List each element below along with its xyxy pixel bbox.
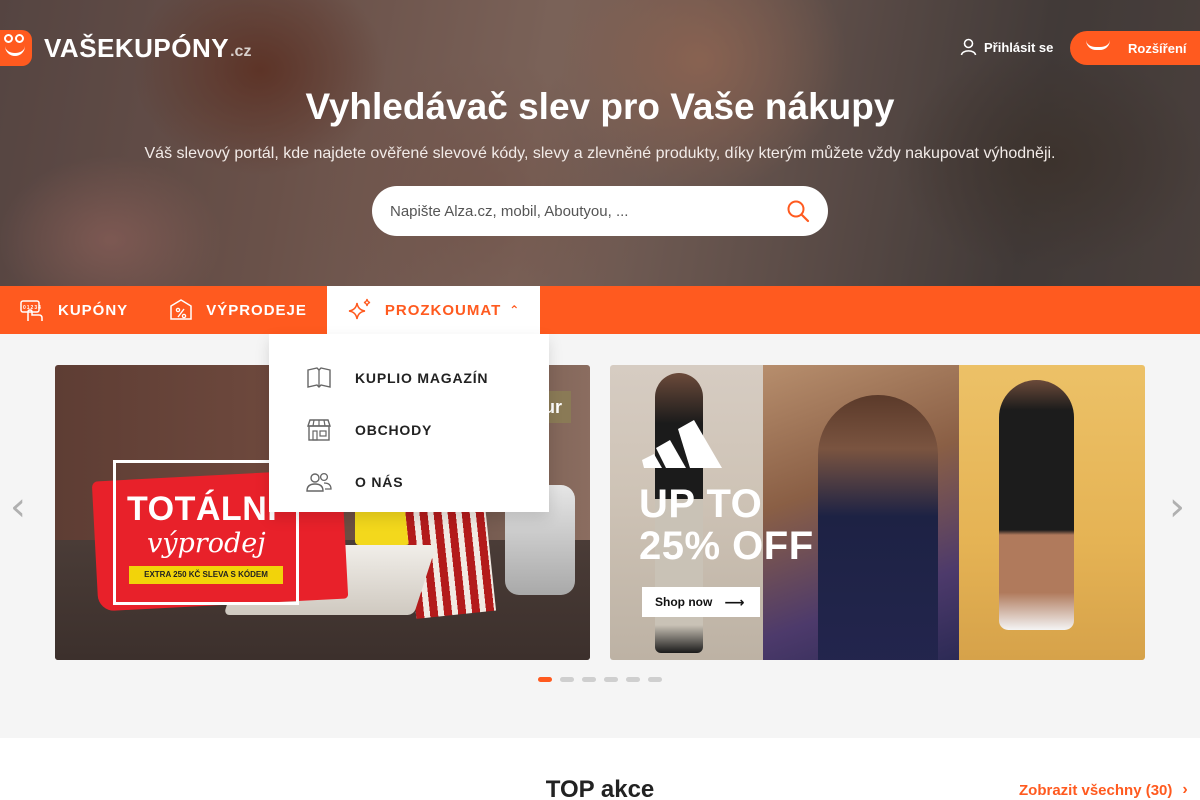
search-input[interactable]: [390, 202, 786, 220]
dropdown-item-magazine[interactable]: KUPLIO MAGAZÍN: [269, 352, 549, 404]
dropdown-label-stores: OBCHODY: [355, 422, 433, 438]
nav-item-coupons[interactable]: 01234 KUPÓNY: [0, 286, 148, 334]
smile-icon: [1086, 40, 1110, 50]
show-all-label: Zobrazit všechny (30): [1019, 781, 1173, 799]
nav-item-sales[interactable]: VÝPRODEJE: [148, 286, 327, 334]
promo-discount: UP TO 25% OFF: [639, 482, 814, 568]
users-icon: [306, 472, 332, 492]
search-icon[interactable]: [786, 199, 810, 223]
carousel-dot[interactable]: [604, 677, 618, 682]
promo-script: výprodej: [147, 528, 266, 559]
explore-dropdown: KUPLIO MAGAZÍN OBCHODY O NÁS: [269, 334, 549, 512]
chevron-up-icon: ⌃: [509, 303, 521, 317]
nav-label-sales: VÝPRODEJE: [206, 301, 307, 319]
sparkles-icon: [348, 298, 371, 320]
nav-item-explore[interactable]: PROZKOUMAT ⌃: [326, 286, 541, 334]
logo-tld: .cz: [230, 43, 252, 60]
show-all-link[interactable]: Zobrazit všechny (30) ›: [1019, 781, 1188, 799]
adidas-logo-icon: [642, 420, 722, 468]
carousel-section: ‹ TOTÁLNÍ výprodej EXTRA 250 KČ SLEVA S …: [0, 334, 1200, 738]
coupon-hand-icon: 01234: [20, 300, 43, 321]
dropdown-item-about[interactable]: O NÁS: [269, 456, 549, 508]
login-link[interactable]: Přihlásit se: [960, 38, 1053, 56]
carousel-slide-adidas[interactable]: UP TO 25% OFF Shop now ⟶: [610, 365, 1145, 660]
page: VAŠEKUPÓNY .cz Přihlásit se Rozšíření Vy…: [0, 0, 1200, 800]
book-icon: [307, 367, 331, 388]
top-deals-section: TOP akce Zobrazit všechny (30) ›: [0, 738, 1200, 800]
carousel-dot[interactable]: [560, 677, 574, 682]
logo-text: VAŠEKUPÓNY: [44, 32, 230, 63]
login-label: Přihlásit se: [984, 39, 1054, 55]
carousel-dots: [538, 677, 662, 682]
chevron-right-icon: ›: [1182, 781, 1188, 798]
dropdown-label-about: O NÁS: [355, 474, 404, 490]
carousel-prev-icon[interactable]: ‹: [10, 484, 26, 530]
promo-headline: TOTÁLNÍ: [127, 490, 278, 528]
shop-now-label: Shop now: [655, 595, 713, 609]
main-nav: 01234 KUPÓNY VÝPRODEJE PROZKOUMAT ⌃: [0, 286, 1200, 334]
carousel-next-icon[interactable]: ›: [1169, 484, 1185, 530]
percent-tag-icon: [170, 299, 192, 320]
hero-title: Vyhledávač slev pro Vaše nákupy: [305, 86, 895, 127]
hero-banner: VAŠEKUPÓNY .cz Přihlásit se Rozšíření Vy…: [0, 0, 1200, 286]
svg-text:01234: 01234: [23, 305, 42, 311]
nav-label-explore: PROZKOUMAT: [384, 301, 502, 319]
logo-face-icon: [0, 30, 32, 66]
arrow-right-icon: ⟶: [724, 593, 745, 610]
promo-strip: EXTRA 250 KČ SLEVA S KÓDEM: [129, 566, 283, 584]
carousel-dot[interactable]: [626, 677, 640, 682]
store-icon: [307, 419, 331, 441]
carousel-dot[interactable]: [538, 677, 552, 682]
extension-label: Rozšíření: [1128, 40, 1187, 56]
user-icon: [960, 38, 977, 56]
extension-button[interactable]: Rozšíření: [1070, 31, 1200, 65]
shop-now-button[interactable]: Shop now ⟶: [642, 587, 760, 617]
dropdown-item-stores[interactable]: OBCHODY: [269, 404, 549, 456]
nav-label-coupons: KUPÓNY: [58, 301, 129, 319]
search-box: [372, 186, 828, 236]
hero-subtitle: Váš slevový portál, kde najdete ověřené …: [144, 145, 1056, 162]
carousel-dot[interactable]: [648, 677, 662, 682]
brand-logo[interactable]: VAŠEKUPÓNY .cz: [0, 30, 251, 66]
carousel-dot[interactable]: [582, 677, 596, 682]
dropdown-label-magazine: KUPLIO MAGAZÍN: [355, 370, 489, 386]
